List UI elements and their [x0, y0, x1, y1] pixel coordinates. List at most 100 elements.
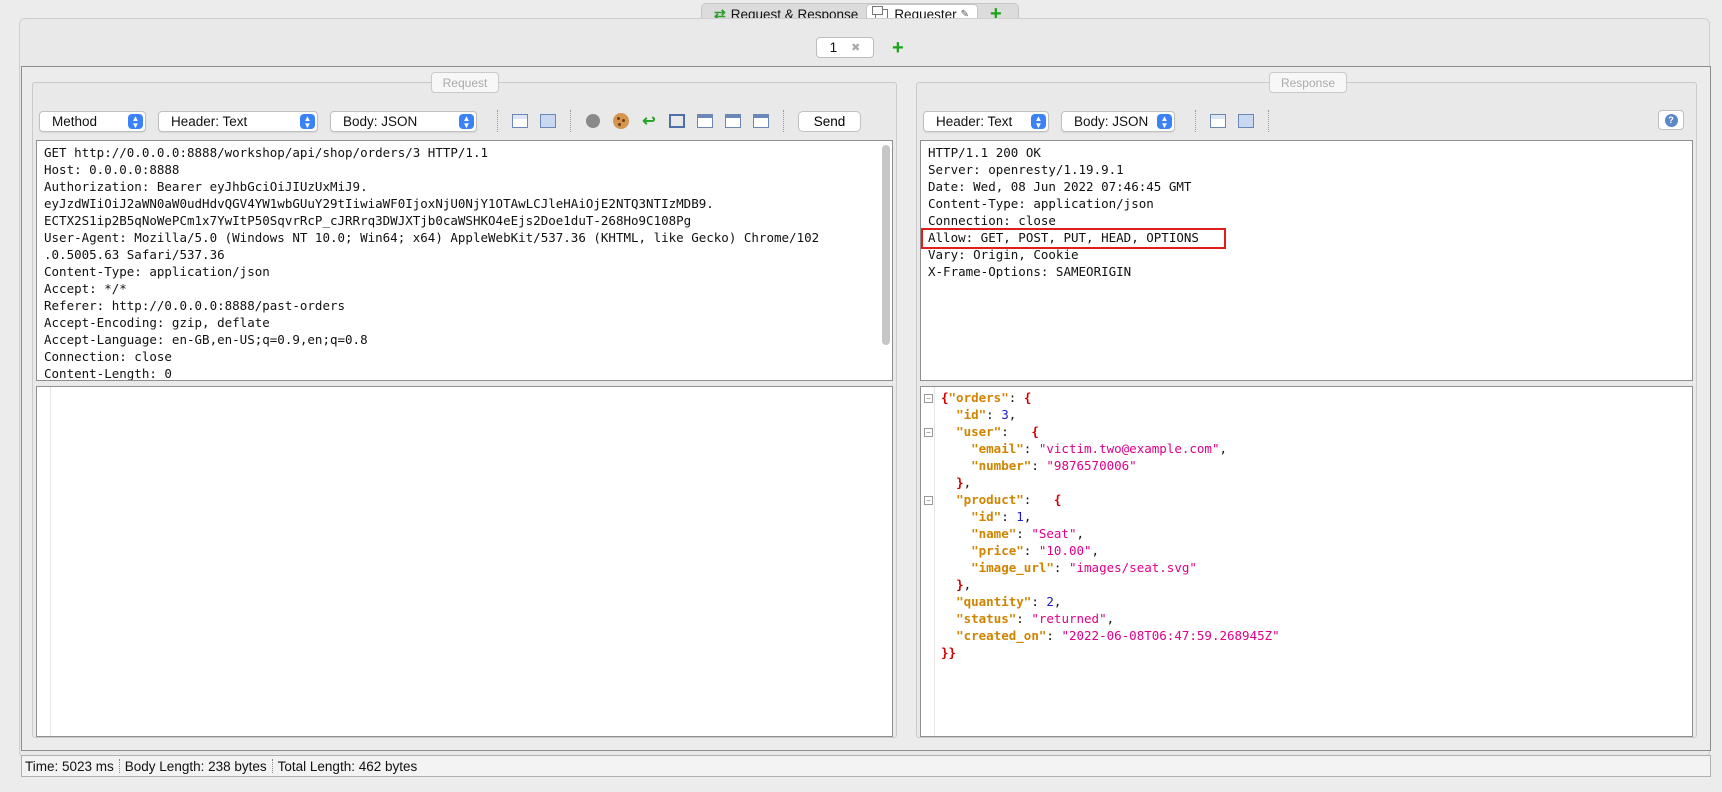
header-line: ECTX2S1ip2B5qNoWePCm1x7YwItP50SqvrRcP_cJ… [44, 213, 692, 228]
response-body-viewer[interactable]: − − − {"orders": { "id": 3, "user": { "e… [920, 386, 1693, 737]
window-icon [725, 114, 741, 128]
split-view-button[interactable] [510, 111, 530, 131]
json-key: "id" [956, 407, 987, 422]
single-view-button[interactable] [538, 111, 558, 131]
json-key: "email" [971, 441, 1024, 456]
chevron-updown-icon: ▲ ▼ [300, 113, 315, 129]
header-line: X-Frame-Options: SAMEORIGIN [928, 264, 1132, 279]
request-headers-editor[interactable]: GET http://0.0.0.0:8888/workshop/api/sho… [36, 140, 893, 381]
header-line: Referer: http://0.0.0.0:8888/past-orders [44, 298, 346, 313]
request-body-mode-select[interactable]: Body: JSON ▲ ▼ [330, 110, 477, 132]
help-button[interactable]: ? [1658, 110, 1684, 130]
window-icon [753, 114, 769, 128]
header-line: Authorization: Bearer eyJhbGciOiJIUzUxMi… [44, 179, 368, 194]
json-key: "created_on" [956, 628, 1047, 643]
json-key: "user" [956, 424, 1002, 439]
json-key: "number" [971, 458, 1032, 473]
line-gutter: − − − [921, 387, 935, 736]
chevron-updown-icon: ▲ ▼ [1157, 113, 1172, 129]
method-select-value: Method [52, 113, 98, 129]
header-line: GET http://0.0.0.0:8888/workshop/api/sho… [44, 145, 489, 160]
status-total-length: Total Length: 462 bytes [277, 758, 418, 774]
send-button[interactable]: Send [798, 110, 861, 132]
body-mode-value: Body: JSON [343, 113, 418, 129]
divider [118, 759, 120, 773]
header-line: Date: Wed, 08 Jun 2022 07:46:45 GMT [928, 179, 1192, 194]
response-toolbar: Header: Text ▲ ▼ Body: JSON ▲ ▼ ? [923, 108, 1690, 134]
request-toolbar: Method ▲ ▼ Header: Text ▲ ▼ Body: JSON ▲ ▼ … [39, 108, 890, 134]
method-select[interactable]: Method ▲ ▼ [39, 110, 146, 132]
window-icon [697, 114, 713, 128]
window-button-1[interactable] [695, 111, 715, 131]
header-line: Host: 0.0.0.0:8888 [44, 162, 180, 177]
request-body-editor[interactable] [36, 386, 893, 737]
follow-redirect-button[interactable]: ↩ [639, 111, 659, 131]
header-line: Content-Type: application/json [44, 264, 270, 279]
response-header-mode-select[interactable]: Header: Text ▲ ▼ [923, 110, 1049, 132]
divider [783, 110, 784, 132]
window-button-2[interactable] [723, 111, 743, 131]
close-icon[interactable]: ✖ [851, 41, 860, 54]
sub-tab-1[interactable]: 1 ✖ [816, 37, 874, 58]
json-value: 1 [1016, 509, 1024, 524]
json-value: "victim.two@example.com" [1038, 441, 1220, 456]
json-value: "9876570006" [1046, 458, 1137, 473]
json-key: "quantity" [956, 594, 1032, 609]
header-line: HTTP/1.1 200 OK [928, 145, 1041, 160]
collapse-icon[interactable]: − [924, 496, 933, 505]
divider [271, 759, 273, 773]
collapse-icon[interactable]: − [924, 428, 933, 437]
cookie-button[interactable] [611, 111, 631, 131]
divider [497, 110, 498, 132]
collapse-icon[interactable]: − [924, 394, 933, 403]
cookie-icon [613, 113, 629, 129]
scrollbar[interactable] [882, 145, 890, 345]
redirect-arrow-icon: ↩ [642, 113, 656, 130]
panel-icon [540, 114, 556, 128]
json-key: "product" [956, 492, 1024, 507]
split-view-button[interactable] [1208, 111, 1228, 131]
response-headers-text: HTTP/1.1 200 OK Server: openresty/1.19.9.… [921, 141, 1692, 283]
request-headers-text: GET http://0.0.0.0:8888/workshop/api/sho… [37, 141, 892, 381]
header-line: .0.5005.63 Safari/537.36 [44, 247, 225, 262]
single-view-button[interactable] [1236, 111, 1256, 131]
json-value: "2022-06-08T06:47:59.268945Z" [1061, 628, 1280, 643]
response-pane: Response Header: Text ▲ ▼ Body: JSON ▲ ▼ ?… [916, 72, 1697, 738]
status-bar: Time: 5023 ms Body Length: 238 bytes Tot… [21, 755, 1711, 777]
panel-icon [1238, 114, 1254, 128]
header-line: Content-Length: 0 [44, 366, 172, 381]
divider [570, 110, 571, 132]
header-line: Server: openresty/1.19.9.1 [928, 162, 1124, 177]
record-button[interactable] [583, 111, 603, 131]
json-value: "10.00" [1038, 543, 1092, 558]
chevron-updown-icon: ▲ ▼ [459, 113, 474, 129]
response-body-mode-select[interactable]: Body: JSON ▲ ▼ [1061, 110, 1175, 132]
json-key: "name" [971, 526, 1017, 541]
divider [1268, 110, 1269, 132]
json-value: "Seat" [1031, 526, 1077, 541]
header-line: Accept-Encoding: gzip, deflate [44, 315, 270, 330]
body-mode-value: Body: JSON [1074, 113, 1149, 129]
json-value: 2 [1046, 594, 1054, 609]
frame-button[interactable] [667, 111, 687, 131]
header-line: Content-Type: application/json [928, 196, 1154, 211]
request-header-mode-select[interactable]: Header: Text ▲ ▼ [158, 110, 318, 132]
response-headers-viewer[interactable]: HTTP/1.1 200 OK Server: openresty/1.19.9.… [920, 140, 1693, 381]
response-legend: Response [1269, 72, 1347, 93]
sub-tab-bar: 1 ✖ + [816, 37, 916, 58]
chevron-updown-icon: ▲ ▼ [128, 113, 143, 129]
help-icon: ? [1664, 113, 1678, 127]
allow-header-highlight [921, 228, 1226, 249]
add-sub-tab-icon[interactable]: + [874, 38, 916, 58]
json-value: "returned" [1031, 611, 1107, 626]
header-line: Accept: */* [44, 281, 127, 296]
status-body-length: Body Length: 238 bytes [124, 758, 267, 774]
header-line: Accept-Language: en-GB,en-US;q=0.9,en;q=… [44, 332, 368, 347]
panel-icon [1210, 114, 1226, 128]
request-pane: Request Method ▲ ▼ Header: Text ▲ ▼ Body: … [32, 72, 897, 738]
panel-icon [512, 114, 528, 128]
frame-icon [669, 114, 685, 128]
status-time: Time: 5023 ms [25, 758, 114, 774]
window-button-3[interactable] [751, 111, 771, 131]
request-legend: Request [431, 72, 499, 93]
